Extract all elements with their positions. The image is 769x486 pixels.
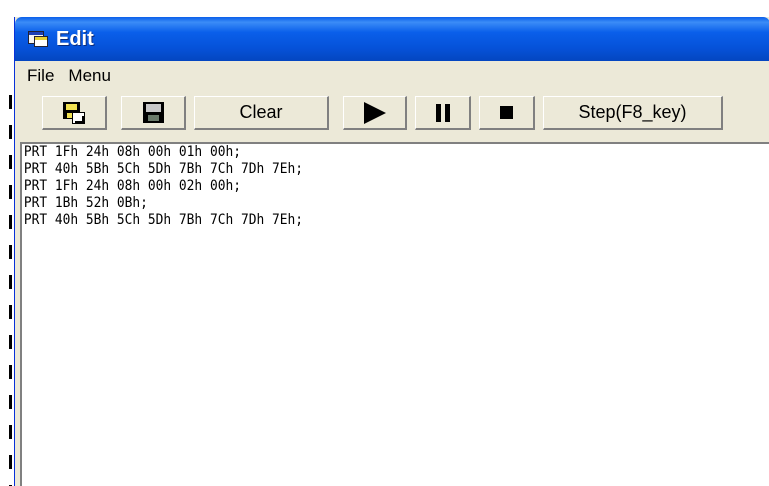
background-window-edge <box>0 0 14 486</box>
code-line: PRT 1Fh 24h 08h 00h 01h 00h; <box>23 144 241 160</box>
play-button[interactable] <box>343 96 407 130</box>
stop-button[interactable] <box>479 96 535 130</box>
menu-bar: File Menu <box>15 61 769 91</box>
open-file-icon <box>63 101 85 124</box>
toolbar: Clear Step(F8_key) <box>15 91 769 139</box>
save-disk-icon <box>142 102 164 123</box>
step-button-label: Step(F8_key) <box>578 102 687 122</box>
menu-file[interactable]: File <box>23 66 58 86</box>
play-icon <box>363 101 386 124</box>
clear-button[interactable]: Clear <box>194 96 329 130</box>
background-window <box>0 0 769 17</box>
stop-icon <box>500 106 513 119</box>
pause-button[interactable] <box>415 96 471 130</box>
code-editor[interactable]: PRT 1Fh 24h 08h 00h 01h 00h; PRT 40h 5Bh… <box>20 142 769 486</box>
menu-menu[interactable]: Menu <box>64 66 115 86</box>
clear-button-label: Clear <box>239 102 283 122</box>
pause-icon <box>435 103 450 122</box>
code-line: PRT 40h 5Bh 5Ch 5Dh 7Bh 7Ch 7Dh 7Eh; <box>23 161 304 177</box>
title-bar[interactable]: Edit <box>15 17 769 61</box>
window-icon <box>28 31 48 47</box>
window-title: Edit <box>56 27 94 50</box>
open-file-button[interactable] <box>42 96 107 130</box>
code-line: PRT 1Bh 52h 0Bh; <box>23 195 148 211</box>
step-button[interactable]: Step(F8_key) <box>543 96 723 130</box>
code-line: PRT 40h 5Bh 5Ch 5Dh 7Bh 7Ch 7Dh 7Eh; <box>23 212 304 228</box>
save-button[interactable] <box>121 96 186 130</box>
code-line: PRT 1Fh 24h 08h 00h 02h 00h; <box>23 178 241 194</box>
edit-window: Edit File Menu Clear Step(F8_key) PRT 1F… <box>14 17 769 486</box>
